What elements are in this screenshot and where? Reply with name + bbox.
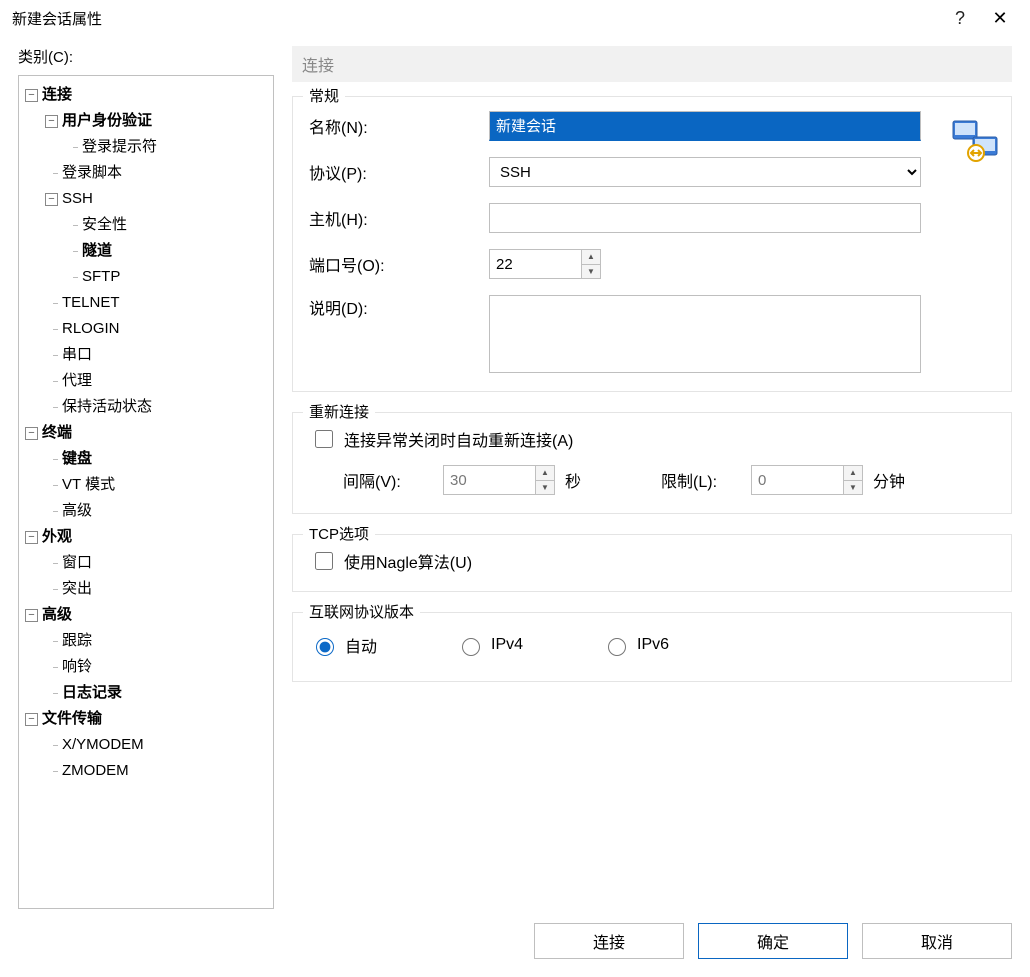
limit-label: 限制(L): [661, 468, 741, 492]
tree-item-highlight[interactable]: 突出 [60, 576, 94, 602]
tree-item-rlogin[interactable]: RLOGIN [60, 316, 122, 342]
tree-item-serial[interactable]: 串口 [60, 342, 94, 368]
tree-item-vt[interactable]: VT 模式 [60, 472, 117, 498]
description-textarea[interactable] [489, 295, 921, 373]
tree-item-window[interactable]: 窗口 [60, 550, 94, 576]
tree-item-appearance[interactable]: 外观 [40, 524, 74, 550]
spin-down-icon[interactable]: ▼ [582, 265, 600, 279]
protocol-label: 协议(P): [309, 160, 489, 184]
group-legend: 重新连接 [303, 401, 375, 422]
tree-item-tunnel[interactable]: 隧道 [80, 238, 114, 264]
category-tree[interactable]: −连接 −用户身份验证 登录提示符 登录脚本 −SSH 安全性 隧道 [18, 75, 274, 909]
help-icon[interactable]: ? [940, 8, 980, 29]
close-icon[interactable]: ✕ [980, 8, 1020, 29]
tree-item-term-advanced[interactable]: 高级 [60, 498, 94, 524]
tree-item-login-prompt[interactable]: 登录提示符 [80, 134, 159, 160]
tree-item-telnet[interactable]: TELNET [60, 290, 122, 316]
host-input[interactable] [489, 203, 921, 233]
port-stepper[interactable]: ▲▼ [489, 249, 601, 279]
tree-item-auth[interactable]: 用户身份验证 [60, 108, 154, 134]
ip-auto-label: 自动 [345, 633, 377, 657]
tree-item-connection[interactable]: 连接 [40, 82, 74, 108]
expander-icon[interactable]: − [25, 89, 38, 102]
ipv4-label: IPv4 [491, 636, 523, 654]
expander-icon[interactable]: − [45, 193, 58, 206]
limit-suffix: 分钟 [873, 468, 905, 492]
expander-icon[interactable]: − [45, 115, 58, 128]
limit-input [751, 465, 843, 495]
tree-item-advanced[interactable]: 高级 [40, 602, 74, 628]
interval-label: 间隔(V): [343, 468, 433, 492]
expander-icon[interactable]: − [25, 427, 38, 440]
tree-item-sftp[interactable]: SFTP [80, 264, 122, 290]
group-legend: 常规 [303, 85, 345, 106]
tree-item-keepalive[interactable]: 保持活动状态 [60, 394, 154, 420]
name-input[interactable] [489, 111, 921, 141]
cancel-button[interactable]: 取消 [862, 923, 1012, 959]
spin-up-icon[interactable]: ▲ [582, 250, 600, 265]
name-label: 名称(N): [309, 114, 489, 138]
port-label: 端口号(O): [309, 252, 489, 276]
host-label: 主机(H): [309, 206, 489, 230]
spin-down-icon: ▼ [536, 481, 554, 495]
tree-item-bell[interactable]: 响铃 [60, 654, 94, 680]
tree-item-terminal[interactable]: 终端 [40, 420, 74, 446]
tree-item-transfer[interactable]: 文件传输 [40, 706, 104, 732]
group-general: 常规 名称(N): 协议(P): SSH 主机(H): [292, 96, 1012, 392]
spin-up-icon: ▲ [536, 466, 554, 481]
ipv4-radio[interactable] [462, 638, 480, 656]
limit-stepper: ▲▼ [751, 465, 863, 495]
tree-item-security[interactable]: 安全性 [80, 212, 129, 238]
titlebar: 新建会话属性 ? ✕ [0, 0, 1030, 36]
ok-button[interactable]: 确定 [698, 923, 848, 959]
tree-item-log[interactable]: 日志记录 [60, 680, 124, 706]
tree-item-login-script[interactable]: 登录脚本 [60, 160, 124, 186]
panel-title: 连接 [292, 46, 1012, 82]
protocol-select[interactable]: SSH [489, 157, 921, 187]
nagle-checkbox[interactable] [315, 552, 333, 570]
tree-item-zmodem[interactable]: ZMODEM [60, 758, 131, 784]
group-tcp: TCP选项 使用Nagle算法(U) [292, 534, 1012, 592]
ipv6-label: IPv6 [637, 636, 669, 654]
spin-down-icon: ▼ [844, 481, 862, 495]
dialog-footer: 连接 确定 取消 [18, 909, 1012, 977]
port-input[interactable] [489, 249, 581, 279]
tree-item-proxy[interactable]: 代理 [60, 368, 94, 394]
group-legend: 互联网协议版本 [303, 601, 420, 622]
group-legend: TCP选项 [303, 523, 375, 544]
ip-auto-radio[interactable] [316, 638, 334, 656]
expander-icon[interactable]: − [25, 713, 38, 726]
interval-stepper: ▲▼ [443, 465, 555, 495]
desc-label: 说明(D): [309, 295, 489, 319]
ipv6-radio[interactable] [608, 638, 626, 656]
interval-suffix: 秒 [565, 468, 581, 492]
nagle-label: 使用Nagle算法(U) [344, 549, 472, 573]
window-title: 新建会话属性 [12, 8, 940, 29]
category-label: 类别(C): [18, 46, 274, 67]
expander-icon[interactable]: − [25, 531, 38, 544]
group-reconnect: 重新连接 连接异常关闭时自动重新连接(A) 间隔(V): ▲▼ 秒 限制(L):… [292, 412, 1012, 514]
tree-item-keyboard[interactable]: 键盘 [60, 446, 94, 472]
auto-reconnect-label: 连接异常关闭时自动重新连接(A) [344, 427, 573, 451]
tree-item-ssh[interactable]: SSH [60, 186, 95, 212]
expander-icon[interactable]: − [25, 609, 38, 622]
auto-reconnect-checkbox[interactable] [315, 430, 333, 448]
connection-icon [949, 115, 1003, 169]
connect-button[interactable]: 连接 [534, 923, 684, 959]
interval-input [443, 465, 535, 495]
spin-up-icon: ▲ [844, 466, 862, 481]
tree-item-trace[interactable]: 跟踪 [60, 628, 94, 654]
group-ipversion: 互联网协议版本 自动 IPv4 IPv6 [292, 612, 1012, 682]
tree-item-xymodem[interactable]: X/YMODEM [60, 732, 146, 758]
